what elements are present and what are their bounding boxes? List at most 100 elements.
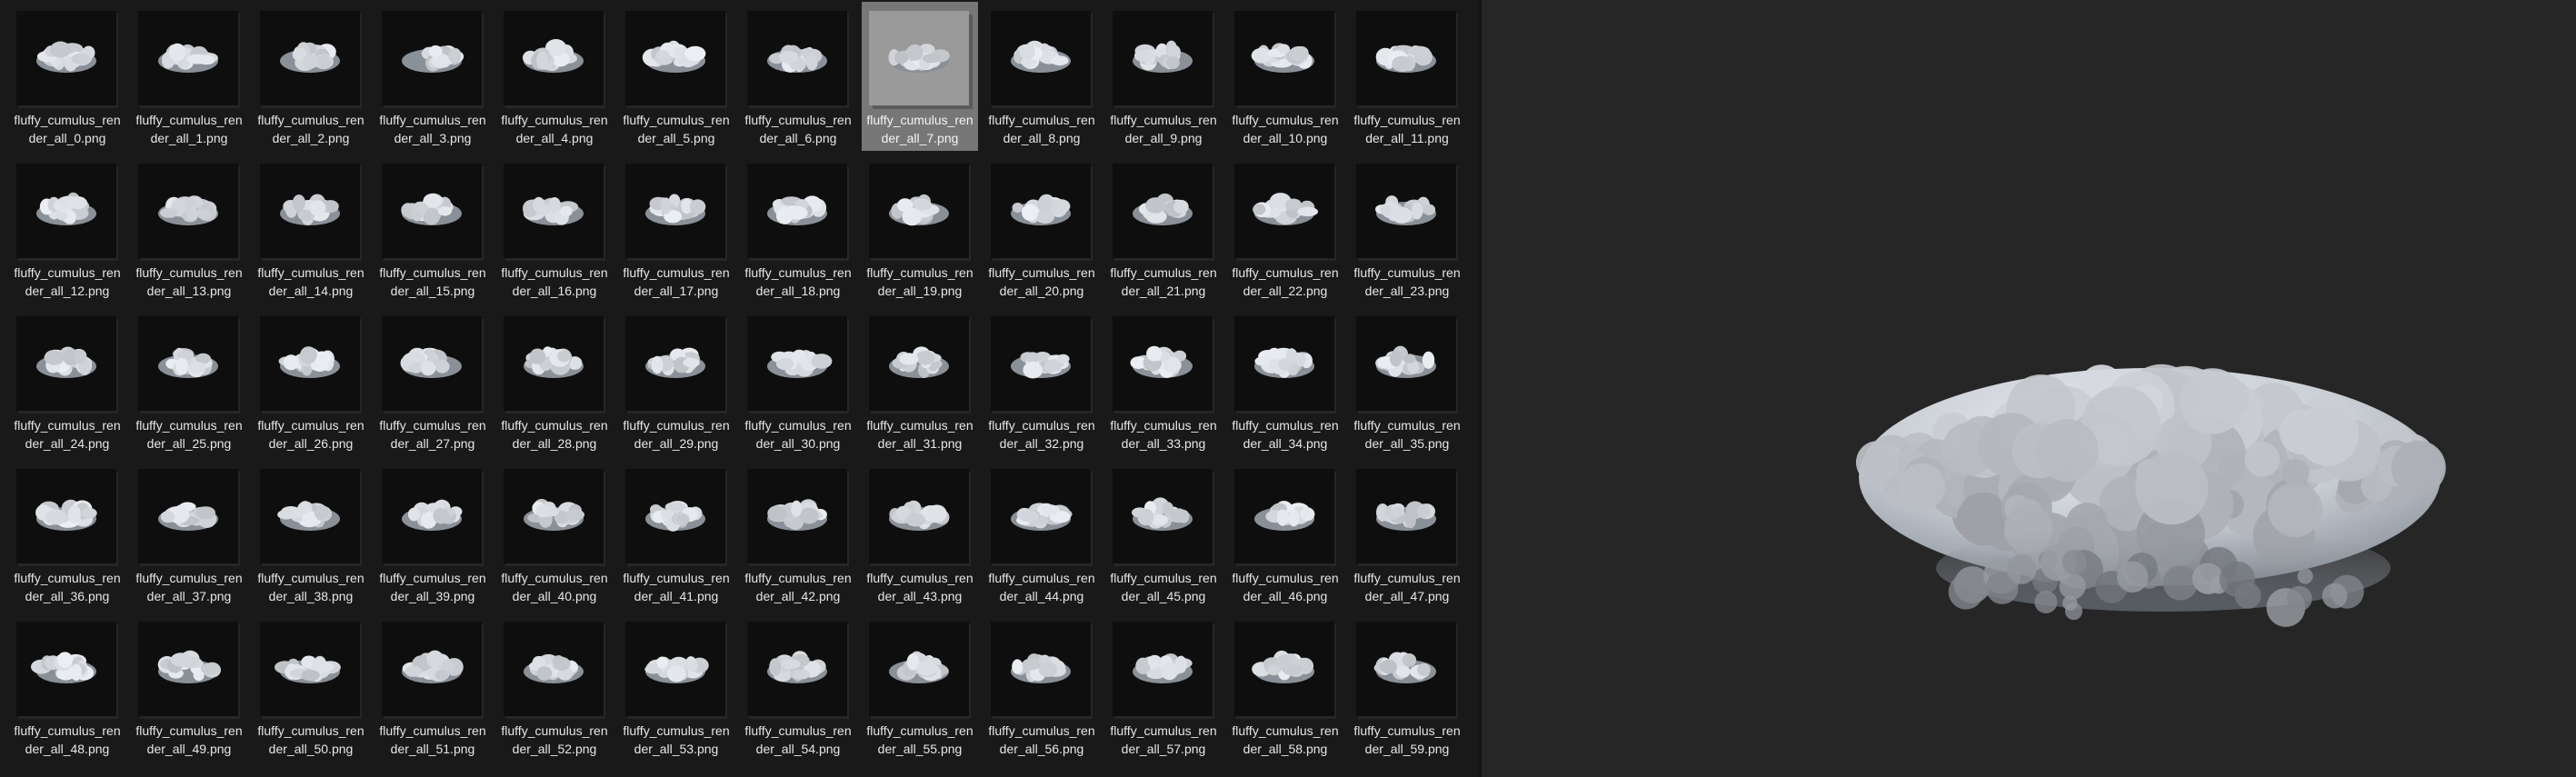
file-thumbnail[interactable] <box>16 622 116 716</box>
file-item[interactable]: fluffy_cumulus_render_all_10.png <box>1223 2 1345 154</box>
file-item[interactable]: fluffy_cumulus_render_all_27.png <box>371 307 493 460</box>
file-thumbnail[interactable] <box>260 469 360 563</box>
file-thumbnail[interactable] <box>1113 164 1213 258</box>
file-item[interactable]: fluffy_cumulus_render_all_4.png <box>493 2 614 154</box>
file-thumbnail[interactable] <box>138 11 238 105</box>
file-thumbnail[interactable] <box>1356 469 1456 563</box>
file-thumbnail[interactable] <box>16 469 116 563</box>
file-item[interactable]: fluffy_cumulus_render_all_18.png <box>736 154 858 307</box>
file-item[interactable]: fluffy_cumulus_render_all_37.png <box>127 460 249 613</box>
file-thumbnail[interactable] <box>869 11 969 105</box>
file-item[interactable]: fluffy_cumulus_render_all_9.png <box>1102 2 1223 154</box>
file-item[interactable]: fluffy_cumulus_render_all_1.png <box>127 2 249 154</box>
file-item[interactable]: fluffy_cumulus_render_all_6.png <box>736 2 858 154</box>
file-item[interactable]: fluffy_cumulus_render_all_3.png <box>371 2 493 154</box>
file-item[interactable]: fluffy_cumulus_render_all_57.png <box>1102 613 1223 765</box>
file-item[interactable]: fluffy_cumulus_render_all_41.png <box>614 460 736 613</box>
file-item[interactable]: fluffy_cumulus_render_all_21.png <box>1102 154 1223 307</box>
file-thumbnail[interactable] <box>869 316 969 411</box>
file-item[interactable]: fluffy_cumulus_render_all_39.png <box>371 460 493 613</box>
file-item[interactable]: fluffy_cumulus_render_all_42.png <box>736 460 858 613</box>
file-thumbnail[interactable] <box>1113 622 1213 716</box>
file-item[interactable]: fluffy_cumulus_render_all_0.png <box>5 2 127 154</box>
file-thumbnail[interactable] <box>504 316 604 411</box>
file-item[interactable]: fluffy_cumulus_render_all_20.png <box>980 154 1102 307</box>
file-item[interactable]: fluffy_cumulus_render_all_14.png <box>249 154 371 307</box>
file-thumbnail[interactable] <box>504 11 604 105</box>
file-item[interactable]: fluffy_cumulus_render_all_40.png <box>493 460 614 613</box>
file-thumbnail[interactable] <box>504 164 604 258</box>
file-thumbnail[interactable] <box>1356 11 1456 105</box>
file-thumbnail[interactable] <box>991 469 1091 563</box>
file-thumbnail[interactable] <box>625 164 725 258</box>
file-thumbnail[interactable] <box>382 164 482 258</box>
file-thumbnail[interactable] <box>747 11 847 105</box>
file-item[interactable]: fluffy_cumulus_render_all_8.png <box>980 2 1102 154</box>
file-thumbnail[interactable] <box>260 622 360 716</box>
file-thumbnail[interactable] <box>504 469 604 563</box>
file-thumbnail[interactable] <box>138 164 238 258</box>
file-thumbnail[interactable] <box>991 11 1091 105</box>
file-item[interactable]: fluffy_cumulus_render_all_51.png <box>371 613 493 765</box>
file-item[interactable]: fluffy_cumulus_render_all_43.png <box>858 460 980 613</box>
file-thumbnail[interactable] <box>1234 164 1334 258</box>
file-item[interactable]: fluffy_cumulus_render_all_46.png <box>1223 460 1345 613</box>
file-item[interactable]: fluffy_cumulus_render_all_56.png <box>980 613 1102 765</box>
file-item[interactable]: fluffy_cumulus_render_all_49.png <box>127 613 249 765</box>
file-thumbnail[interactable] <box>625 11 725 105</box>
file-item[interactable]: fluffy_cumulus_render_all_32.png <box>980 307 1102 460</box>
file-thumbnail[interactable] <box>382 11 482 105</box>
file-item[interactable]: fluffy_cumulus_render_all_28.png <box>493 307 614 460</box>
file-item[interactable]: fluffy_cumulus_render_all_5.png <box>614 2 736 154</box>
file-thumbnail[interactable] <box>991 622 1091 716</box>
file-thumbnail[interactable] <box>1356 622 1456 716</box>
file-thumbnail[interactable] <box>16 11 116 105</box>
file-thumbnail[interactable] <box>138 316 238 411</box>
file-item[interactable]: fluffy_cumulus_render_all_33.png <box>1102 307 1223 460</box>
file-thumbnail[interactable] <box>747 469 847 563</box>
file-thumbnail[interactable] <box>1356 164 1456 258</box>
file-item[interactable]: fluffy_cumulus_render_all_38.png <box>249 460 371 613</box>
file-item[interactable]: fluffy_cumulus_render_all_36.png <box>5 460 127 613</box>
file-thumbnail[interactable] <box>138 622 238 716</box>
file-item[interactable]: fluffy_cumulus_render_all_30.png <box>736 307 858 460</box>
file-item[interactable]: fluffy_cumulus_render_all_22.png <box>1223 154 1345 307</box>
file-item[interactable]: fluffy_cumulus_render_all_34.png <box>1223 307 1345 460</box>
file-thumbnail[interactable] <box>625 316 725 411</box>
file-thumbnail[interactable] <box>625 469 725 563</box>
file-thumbnail[interactable] <box>747 622 847 716</box>
file-thumbnail[interactable] <box>382 469 482 563</box>
file-item[interactable]: fluffy_cumulus_render_all_17.png <box>614 154 736 307</box>
file-item[interactable]: fluffy_cumulus_render_all_29.png <box>614 307 736 460</box>
file-thumbnail[interactable] <box>869 622 969 716</box>
file-item[interactable]: fluffy_cumulus_render_all_15.png <box>371 154 493 307</box>
file-item[interactable]: fluffy_cumulus_render_all_44.png <box>980 460 1102 613</box>
file-thumbnail[interactable] <box>1234 469 1334 563</box>
file-thumbnail[interactable] <box>625 622 725 716</box>
file-thumbnail[interactable] <box>260 164 360 258</box>
file-thumbnail[interactable] <box>747 316 847 411</box>
file-thumbnail[interactable] <box>504 622 604 716</box>
file-thumbnail[interactable] <box>260 316 360 411</box>
file-item[interactable]: fluffy_cumulus_render_all_2.png <box>249 2 371 154</box>
file-item[interactable]: fluffy_cumulus_render_all_59.png <box>1345 613 1467 765</box>
file-item[interactable]: fluffy_cumulus_render_all_24.png <box>5 307 127 460</box>
file-item[interactable]: fluffy_cumulus_render_all_23.png <box>1345 154 1467 307</box>
file-thumbnail[interactable] <box>869 164 969 258</box>
file-thumbnail[interactable] <box>16 164 116 258</box>
file-item[interactable]: fluffy_cumulus_render_all_54.png <box>736 613 858 765</box>
file-thumbnail[interactable] <box>16 316 116 411</box>
file-thumbnail[interactable] <box>1356 316 1456 411</box>
file-item[interactable]: fluffy_cumulus_render_all_19.png <box>858 154 980 307</box>
file-thumbnail[interactable] <box>1113 469 1213 563</box>
file-thumbnail[interactable] <box>991 316 1091 411</box>
file-item[interactable]: fluffy_cumulus_render_all_12.png <box>5 154 127 307</box>
file-item[interactable]: fluffy_cumulus_render_all_55.png <box>858 613 980 765</box>
file-thumbnail[interactable] <box>1113 11 1213 105</box>
file-item[interactable]: fluffy_cumulus_render_all_25.png <box>127 307 249 460</box>
file-thumbnail[interactable] <box>1234 622 1334 716</box>
file-item[interactable]: fluffy_cumulus_render_all_11.png <box>1345 2 1467 154</box>
file-item[interactable]: fluffy_cumulus_render_all_7.png <box>858 2 980 154</box>
file-thumbnail[interactable] <box>1234 316 1334 411</box>
file-thumbnail[interactable] <box>1234 11 1334 105</box>
